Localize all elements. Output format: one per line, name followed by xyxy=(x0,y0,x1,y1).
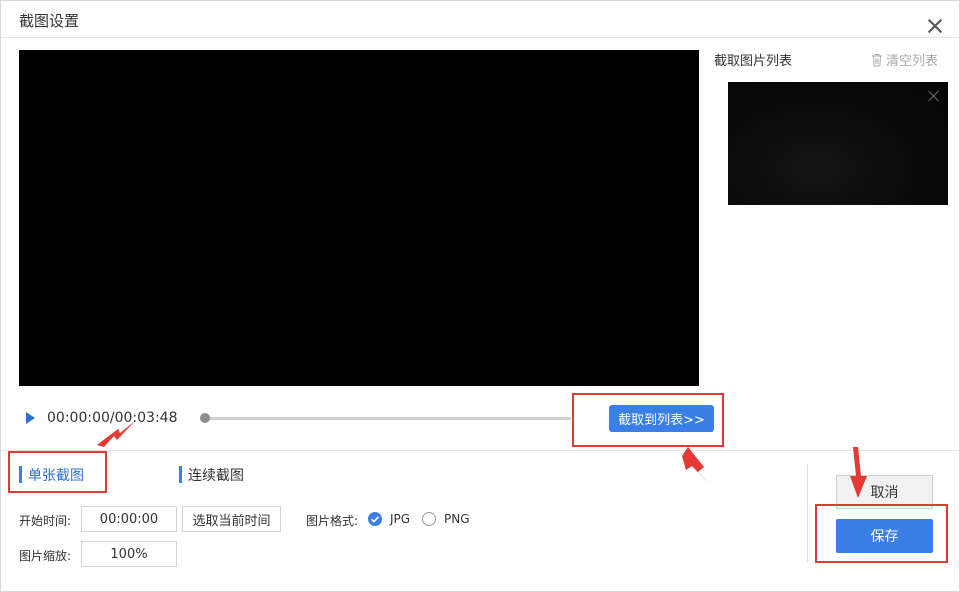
section-divider xyxy=(1,450,959,451)
remove-thumbnail-icon[interactable] xyxy=(928,90,940,102)
progress-track[interactable] xyxy=(205,417,571,420)
playback-time: 00:00:00/00:03:48 xyxy=(47,410,178,426)
play-icon[interactable] xyxy=(26,412,35,424)
capture-to-list-button[interactable]: 截取到列表>> xyxy=(609,405,714,432)
save-button[interactable]: 保存 xyxy=(836,519,933,553)
cancel-button[interactable]: 取消 xyxy=(836,475,933,509)
actions-divider xyxy=(807,464,808,562)
format-jpg-label: JPG xyxy=(390,512,411,526)
video-preview[interactable] xyxy=(19,50,699,386)
start-time-label: 开始时间: xyxy=(19,514,72,528)
trash-icon xyxy=(871,53,883,67)
close-icon[interactable] xyxy=(926,17,944,35)
dialog-title: 截图设置 xyxy=(19,12,80,30)
captured-thumbnail[interactable] xyxy=(728,82,948,205)
pick-current-time-button[interactable]: 选取当前时间 xyxy=(182,506,281,532)
start-time-input[interactable]: 00:00:00 xyxy=(81,506,177,532)
progress-handle[interactable] xyxy=(200,413,210,423)
capture-list-title: 截取图片列表 xyxy=(714,54,793,69)
screenshot-settings-dialog: 截图设置 截取图片列表 清空列表 00:00:00/00:03:48 截取到列表… xyxy=(0,0,960,592)
format-png-label: PNG xyxy=(444,512,470,526)
image-scale-label: 图片缩放: xyxy=(19,549,72,563)
image-scale-input[interactable]: 100% xyxy=(81,541,177,567)
tab-single-capture[interactable]: 单张截图 xyxy=(19,465,84,485)
clear-list-button[interactable]: 清空列表 xyxy=(871,50,938,69)
title-divider xyxy=(1,37,959,38)
format-png-radio[interactable] xyxy=(422,512,436,526)
format-jpg-radio[interactable] xyxy=(368,512,382,526)
image-format-label: 图片格式: xyxy=(306,514,359,528)
clear-list-label: 清空列表 xyxy=(886,54,939,69)
tab-continuous-capture[interactable]: 连续截图 xyxy=(179,465,244,485)
